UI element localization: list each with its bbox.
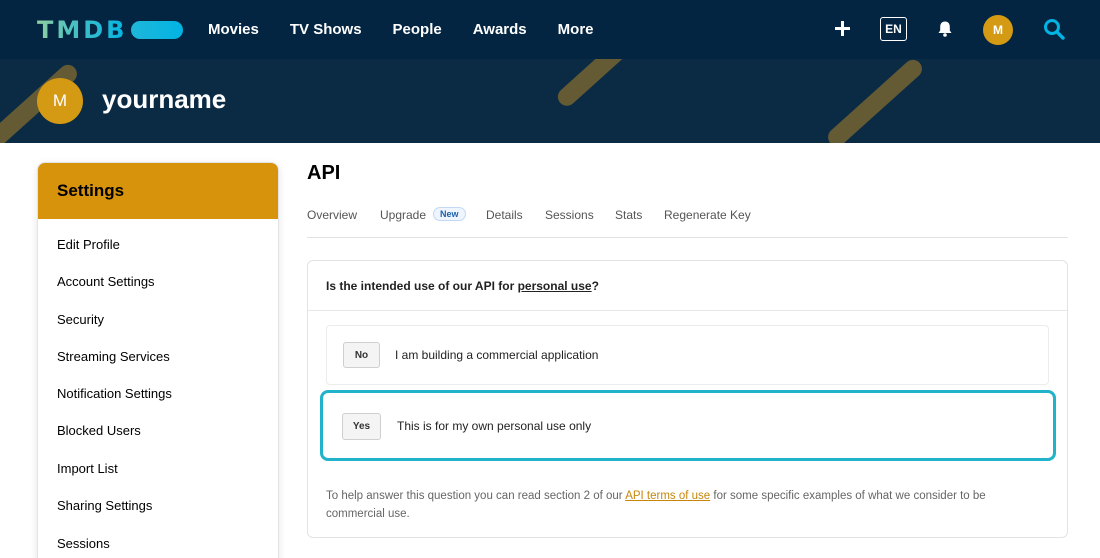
card-divider bbox=[308, 310, 1067, 311]
sidebar-item-account-settings[interactable]: Account Settings bbox=[57, 274, 155, 289]
sidebar-item-import-list[interactable]: Import List bbox=[57, 461, 118, 476]
logo-text: TMDB bbox=[37, 16, 128, 44]
nav-movies[interactable]: Movies bbox=[208, 21, 259, 38]
option-commercial-text: I am building a commercial application bbox=[395, 348, 599, 362]
user-avatar[interactable]: M bbox=[983, 15, 1013, 45]
new-badge: New bbox=[433, 207, 466, 221]
api-terms-link[interactable]: API terms of use bbox=[625, 490, 710, 502]
settings-sidebar: Settings Edit Profile Account Settings S… bbox=[37, 162, 279, 558]
banner-decoration bbox=[824, 59, 926, 143]
logo-pill-shape bbox=[131, 21, 184, 39]
top-navbar: TMDB Movies TV Shows People Awards More … bbox=[0, 0, 1100, 59]
plus-icon[interactable] bbox=[835, 21, 850, 36]
sidebar-item-security[interactable]: Security bbox=[57, 312, 104, 327]
search-icon[interactable] bbox=[1043, 18, 1065, 40]
sidebar-title: Settings bbox=[57, 181, 125, 200]
help-text: To help answer this question you can rea… bbox=[326, 487, 1046, 523]
nav-people[interactable]: People bbox=[393, 21, 442, 38]
profile-username[interactable]: yourname bbox=[102, 84, 226, 115]
nav-awards[interactable]: Awards bbox=[473, 21, 527, 38]
sidebar-item-notification-settings[interactable]: Notification Settings bbox=[57, 386, 172, 401]
nav-more[interactable]: More bbox=[558, 21, 594, 38]
sidebar-item-sessions[interactable]: Sessions bbox=[57, 536, 110, 551]
sidebar-item-edit-profile[interactable]: Edit Profile bbox=[57, 237, 120, 252]
api-tabs: Overview Upgrade New Details Sessions St… bbox=[307, 207, 1068, 238]
bell-icon[interactable] bbox=[936, 20, 954, 38]
api-use-card: Is the intended use of our API for perso… bbox=[307, 260, 1068, 538]
tab-sessions[interactable]: Sessions bbox=[545, 208, 594, 222]
help-prefix: To help answer this question you can rea… bbox=[326, 490, 626, 502]
option-personal-text: This is for my own personal use only bbox=[397, 419, 592, 433]
tab-details[interactable]: Details bbox=[486, 208, 523, 222]
nav-tv-shows[interactable]: TV Shows bbox=[290, 21, 362, 38]
tmdb-logo[interactable]: TMDB bbox=[37, 16, 184, 44]
tab-overview[interactable]: Overview bbox=[307, 208, 357, 222]
profile-avatar[interactable]: M bbox=[37, 78, 83, 124]
sidebar-item-blocked-users[interactable]: Blocked Users bbox=[57, 423, 141, 438]
banner-decoration bbox=[554, 59, 637, 110]
question-prefix: Is the intended use of our API for bbox=[326, 279, 518, 293]
sidebar-header: Settings bbox=[38, 163, 278, 219]
option-commercial[interactable]: No I am building a commercial applicatio… bbox=[326, 325, 1049, 385]
tab-regenerate-key[interactable]: Regenerate Key bbox=[664, 208, 751, 222]
sidebar-item-sharing-settings[interactable]: Sharing Settings bbox=[57, 498, 152, 513]
no-button[interactable]: No bbox=[343, 342, 380, 368]
tab-upgrade[interactable]: Upgrade bbox=[380, 208, 426, 222]
use-question: Is the intended use of our API for perso… bbox=[326, 279, 599, 293]
option-personal[interactable]: Yes This is for my own personal use only bbox=[320, 390, 1056, 461]
main-nav: Movies TV Shows People Awards More bbox=[208, 0, 625, 59]
language-button[interactable]: EN bbox=[880, 17, 907, 41]
question-suffix: ? bbox=[591, 279, 599, 293]
sidebar-item-streaming-services[interactable]: Streaming Services bbox=[57, 349, 170, 364]
page-title: API bbox=[307, 162, 341, 184]
yes-button[interactable]: Yes bbox=[342, 413, 381, 440]
tab-stats[interactable]: Stats bbox=[615, 208, 642, 222]
personal-use-link[interactable]: personal use bbox=[518, 279, 592, 293]
